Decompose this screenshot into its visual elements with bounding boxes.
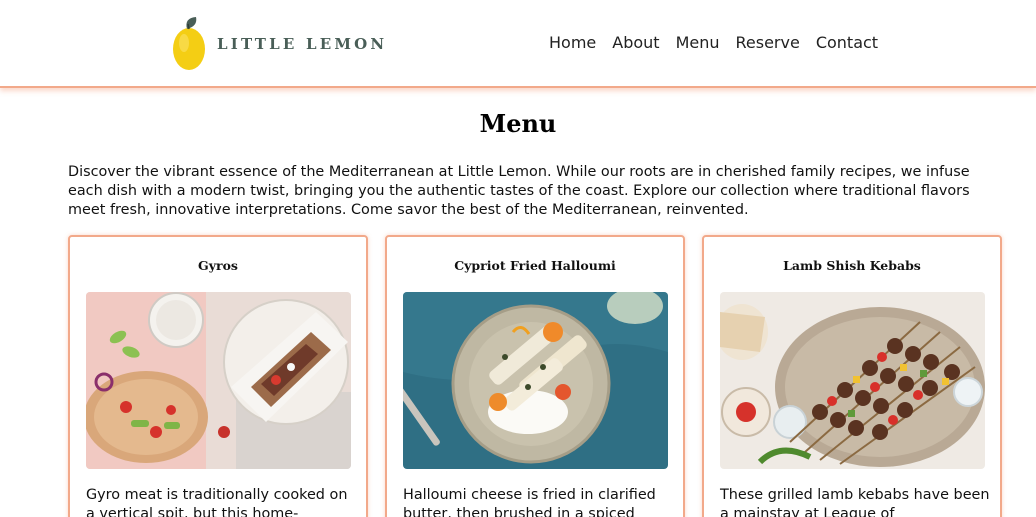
- halloumi-photo: [403, 292, 668, 469]
- kebabs-photo: [720, 292, 985, 469]
- card-title: Lamb Shish Kebabs: [783, 258, 921, 273]
- nav-link-contact[interactable]: Contact: [816, 33, 878, 53]
- menu-intro: Discover the vibrant essence of the Medi…: [68, 164, 970, 218]
- card-description: Halloumi cheese is fried in clarified bu…: [403, 487, 656, 517]
- nav-link-menu[interactable]: Menu: [676, 33, 720, 53]
- menu-card-halloumi[interactable]: Cypriot Fried Halloumi Halloumi cheese i…: [385, 235, 685, 517]
- gyros-photo: [86, 292, 351, 469]
- nav-link-home[interactable]: Home: [549, 33, 596, 53]
- logo[interactable]: LITTLE LEMON: [172, 16, 387, 72]
- site-header: LITTLE LEMON Home About Menu Reserve Con…: [0, 0, 1036, 88]
- card-description: Gyro meat is traditionally cooked on a v…: [86, 487, 348, 517]
- page-title: Menu: [479, 109, 557, 138]
- brand-name: LITTLE LEMON: [217, 35, 388, 53]
- lemon-icon: [172, 16, 208, 72]
- main-nav: Home About Menu Reserve Contact: [549, 33, 894, 53]
- card-description: These grilled lamb kebabs have been a ma…: [720, 487, 990, 517]
- card-title: Gyros: [198, 258, 238, 273]
- nav-link-about[interactable]: About: [612, 33, 659, 53]
- menu-card-gyros[interactable]: Gyros Gyro meat is traditionally cooked …: [68, 235, 368, 517]
- menu-card-kebabs[interactable]: Lamb Shish Kebabs These grilled lamb keb…: [702, 235, 1002, 517]
- card-title: Cypriot Fried Halloumi: [454, 258, 616, 273]
- nav-link-reserve[interactable]: Reserve: [736, 33, 800, 53]
